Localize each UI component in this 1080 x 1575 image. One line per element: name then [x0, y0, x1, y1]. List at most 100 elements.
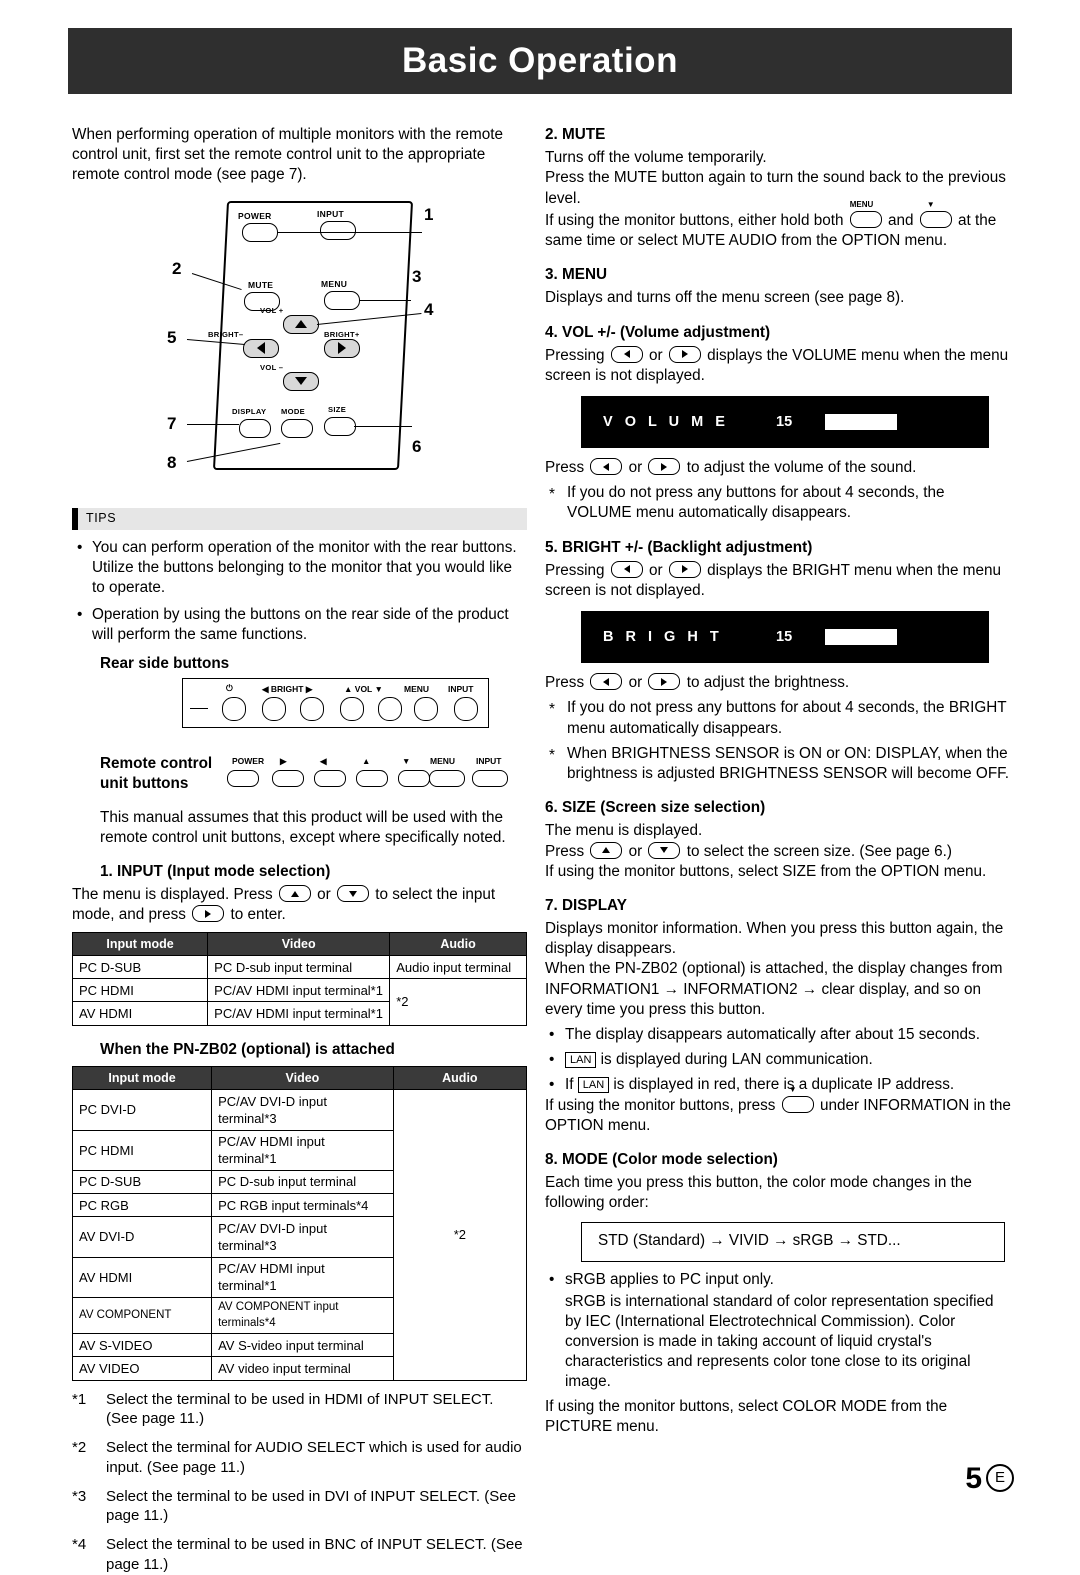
tips-label: TIPS — [86, 511, 117, 526]
vol-p2a: Press — [545, 459, 585, 477]
rear-vol-up-button[interactable] — [340, 696, 364, 721]
remote-menu-button[interactable] — [324, 290, 360, 310]
remote-vol-plus-button[interactable] — [283, 314, 319, 334]
right-column: 2. MUTE Turns off the volume temporarily… — [545, 125, 1012, 1437]
left-column: When performing operation of multiple mo… — [71, 125, 528, 1575]
cell-video: PC/AV DVI-D input terminal*3 — [211, 1216, 394, 1258]
remote-power-button[interactable] — [242, 222, 278, 242]
input-section-title: 1. INPUT (Input mode selection) — [100, 863, 331, 881]
size-p2-or: or — [628, 842, 643, 860]
col-video: Video — [211, 1065, 394, 1091]
down-button-icon: ▼ — [780, 1085, 816, 1116]
input-section-text: The menu is displayed. Press or to selec… — [72, 885, 527, 925]
mode-p1: Each time you press this button, the col… — [545, 1174, 972, 1212]
rear-power-button[interactable] — [222, 696, 246, 721]
remote-menu-label: MENU — [321, 278, 348, 289]
remote-mode-button[interactable] — [281, 418, 313, 438]
color-mode-order: STD (Standard) → VIVID → sRGB → STD... — [598, 1232, 901, 1250]
remote-unit-left-button[interactable] — [314, 769, 346, 787]
cell-video: PC RGB input terminals*4 — [211, 1193, 394, 1218]
leader-line-1 — [277, 231, 422, 233]
rear-vol-down-button[interactable] — [378, 696, 402, 721]
callout-6: 6 — [412, 436, 422, 456]
rear-bright-right-button[interactable] — [300, 696, 324, 721]
remote-size-button[interactable] — [324, 416, 356, 436]
cell-video: AV S-video input terminal — [211, 1333, 394, 1358]
bright-osd-value: 15 — [776, 628, 793, 645]
rear-buttons-diagram: ⏻ ◀ BRIGHT ▶ ▲ VOL ▼ MENU INPUT — [182, 677, 527, 748]
remote-unit-heading-line1: Remote control — [100, 754, 213, 772]
cell-video: PC/AV HDMI input terminal*1 — [211, 1129, 394, 1171]
table-row: PC D-SUB PC D-sub input terminal Audio i… — [71, 955, 527, 980]
cell-input-mode: AV S-VIDEO — [71, 1333, 213, 1358]
remote-unit-heading-line2: unit buttons — [100, 774, 189, 792]
display-b3b: is displayed in red, there is a duplicat… — [613, 1076, 955, 1094]
remote-unit-input-button[interactable] — [472, 769, 508, 787]
mute-p2: Press the MUTE button again to turn the … — [545, 169, 1006, 207]
bright-p2b: to adjust the brightness. — [686, 674, 850, 692]
rear-input-button[interactable] — [454, 696, 478, 721]
remote-bright-plus-button[interactable] — [324, 338, 360, 358]
table-row: PC DVI-D PC/AV DVI-D input terminal*3 *2 — [71, 1089, 528, 1381]
cell-video: PC D-sub input terminal — [207, 955, 391, 980]
menu-section-title: 3. MENU — [545, 266, 608, 284]
volume-osd: V O L U M E 15 — [581, 396, 989, 449]
vol-p2-or: or — [628, 459, 643, 477]
left-button-icon — [590, 458, 623, 476]
cell-video: PC D-sub input terminal — [211, 1169, 394, 1195]
remote-display-button[interactable] — [239, 418, 271, 438]
right-button-icon — [648, 673, 681, 691]
remote-unit-down-button[interactable] — [398, 769, 430, 787]
footnote-mark: *3 — [72, 1487, 87, 1505]
cell-audio: *2 — [392, 1089, 528, 1381]
remote-unit-buttons-row: Remote control unit buttons POWER ▶ ◀ ▲ … — [72, 750, 527, 804]
left-button-icon — [610, 345, 643, 363]
cell-input-mode: AV COMPONENT — [71, 1296, 213, 1335]
vol-p2b: to adjust the volume of the sound. — [686, 459, 917, 477]
cell-input-mode: AV HDMI — [71, 1256, 213, 1298]
remote-vol-minus-button[interactable] — [283, 371, 319, 391]
display-b3: If LAN is displayed in red, there is a d… — [545, 1075, 1012, 1095]
lan-icon: LAN — [565, 1052, 597, 1069]
mute-p3a: If using the monitor buttons, either hol… — [545, 211, 844, 229]
col-audio: Audio — [392, 1065, 528, 1091]
tips-list: You can perform operation of the monitor… — [72, 538, 527, 646]
rear-vol-label: ▲ VOL ▼ — [344, 683, 383, 694]
callout-4: 4 — [424, 299, 434, 319]
table-row: PC HDMI PC/AV HDMI input terminal*1 *2 — [71, 978, 527, 1026]
size-section-title: 6. SIZE (Screen size selection) — [545, 799, 766, 817]
mode-b2: sRGB is international standard of color … — [565, 1292, 994, 1391]
footnote-text: Select the terminal to be used in BNC of… — [106, 1536, 523, 1574]
remote-input-label: INPUT — [317, 208, 344, 219]
cell-audio: Audio input terminal — [389, 955, 527, 980]
down-button-caption: ▼ — [926, 199, 935, 209]
cell-video: PC/AV HDMI input terminal*1 — [207, 1001, 391, 1026]
remote-unit-power-button[interactable] — [227, 769, 259, 787]
remote-unit-menu-label: MENU — [430, 755, 456, 766]
remote-input-button[interactable] — [320, 220, 356, 240]
intro-paragraph: When performing operation of multiple mo… — [72, 126, 504, 184]
page-title: Basic Operation — [402, 40, 678, 80]
lan-icon-red: LAN — [577, 1077, 610, 1094]
rear-menu-label: MENU — [404, 683, 430, 694]
remote-unit-menu-button[interactable] — [429, 769, 465, 787]
cell-video: AV video input terminal — [211, 1356, 394, 1381]
bright-note1: If you do not press any buttons for abou… — [545, 698, 1012, 738]
footnote-text: Select the terminal to be used in HDMI o… — [106, 1390, 494, 1428]
bright-osd: B R I G H T 15 — [581, 611, 989, 664]
right-button-icon — [648, 458, 681, 476]
rear-bright-left-button[interactable] — [262, 696, 286, 721]
display-p2: When the PN-ZB02 (optional) is attached,… — [545, 960, 1003, 1018]
callout-2: 2 — [172, 258, 182, 278]
footnote-mark: *1 — [72, 1390, 87, 1408]
remote-unit-up-button[interactable] — [356, 769, 388, 787]
display-b3a: If — [565, 1076, 574, 1094]
remote-unit-right-button[interactable] — [272, 769, 304, 787]
remote-bright-minus-button[interactable] — [243, 338, 279, 358]
rear-menu-button[interactable] — [414, 696, 438, 721]
callout-7: 7 — [167, 413, 177, 433]
table-header-row: Input mode Video Audio — [71, 931, 527, 957]
footnote-text: Select the terminal for AUDIO SELECT whi… — [106, 1439, 522, 1476]
right-button-icon — [668, 345, 701, 363]
left-button-icon — [590, 673, 623, 691]
